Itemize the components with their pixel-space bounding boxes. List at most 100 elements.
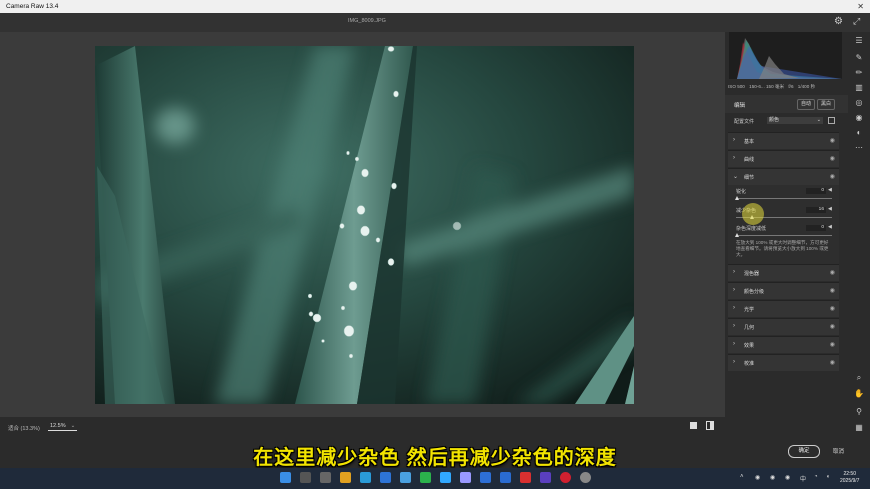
eyedropper-icon[interactable]: ⚲ [853, 406, 865, 418]
chevron-down-icon: ⌄ [70, 423, 76, 429]
start-icon[interactable] [280, 472, 291, 483]
task-view-icon[interactable] [320, 472, 331, 483]
eye-icon[interactable]: ◉ [830, 137, 835, 144]
system-clock[interactable]: 22:50 2025/9/7 [840, 471, 859, 485]
profile-select[interactable]: 颜色 ⌄ [767, 117, 823, 124]
single-view-icon[interactable] [690, 422, 697, 429]
search-icon[interactable] [300, 472, 311, 483]
store-icon[interactable] [380, 472, 391, 483]
profile-row: 配置文件 颜色 ⌄ [725, 114, 848, 128]
eye-icon[interactable]: ◉ [830, 341, 835, 348]
chevron-right-icon: › [733, 137, 735, 143]
section-color-grading[interactable]: › 颜色分级 ◉ [728, 282, 839, 299]
close-icon[interactable]: ✕ [857, 0, 864, 13]
red-eye-icon[interactable]: ◉ [853, 112, 865, 124]
reset-triangle-icon[interactable]: ◀ [828, 187, 832, 193]
wps-icon[interactable] [520, 472, 531, 483]
app-icon[interactable] [400, 472, 411, 483]
chevron-right-icon: › [733, 323, 735, 329]
zoom-icon[interactable]: ⌕ [853, 372, 865, 384]
edit-panel: ISO 500 150-6... 150 毫米 f/6 1/400 秒 编辑 自… [725, 32, 848, 438]
hand-icon[interactable]: ✋ [853, 388, 865, 400]
color-noise-label: 杂色深度减低 [736, 226, 767, 232]
ime-lang[interactable]: 中 [800, 474, 806, 483]
grid-icon[interactable] [828, 117, 835, 124]
gear-icon[interactable]: ⚙ [834, 16, 843, 27]
settings-icon[interactable] [580, 472, 591, 483]
video-subtitle: 在这里减少杂色 然后再减少杂色的深度 [253, 447, 617, 469]
presets-icon[interactable]: ◐ [853, 127, 865, 139]
eye-icon[interactable]: ◉ [830, 359, 835, 366]
volume-icon[interactable]: ◖ [826, 474, 830, 480]
auto-button[interactable]: 自动 [797, 99, 816, 110]
clock-time: 22:50 [843, 471, 856, 477]
grid-overlay-icon[interactable]: ▦ [853, 422, 865, 434]
app-icon[interactable] [480, 472, 491, 483]
section-label: 校准 [744, 361, 755, 367]
clock-date: 2025/9/7 [840, 478, 860, 484]
color-noise-slider[interactable] [736, 235, 832, 236]
record-icon[interactable] [560, 472, 571, 483]
more-icon[interactable]: ⋯ [853, 142, 865, 154]
edge-icon[interactable] [360, 472, 371, 483]
sliders-icon[interactable]: ☰ [853, 35, 865, 47]
section-label: 细节 [744, 175, 755, 181]
edit-panel-header: 编辑 自动 黑白 [725, 95, 848, 113]
section-label: 颜色分级 [744, 289, 765, 295]
eye-icon[interactable]: ◉ [830, 287, 835, 294]
tray-app-icon[interactable]: ◉ [785, 474, 790, 481]
preview-bottom-bar: 适合 (13.3%) 12.5% ⌄ [0, 417, 725, 438]
section-effects[interactable]: › 效果 ◉ [728, 336, 839, 353]
zoom-level-select[interactable]: 12.5% ⌄ [48, 422, 78, 431]
eye-icon[interactable]: ◉ [830, 173, 835, 180]
iso-value: ISO 500 [728, 84, 745, 89]
eye-icon[interactable]: ◉ [830, 305, 835, 312]
chevron-right-icon: › [733, 155, 735, 161]
tool-strip: ☰ ✎ ✏ ▥ ◎ ◉ ◐ ⋯ ⌕ ✋ ⚲ ▦ [848, 32, 870, 438]
section-basic[interactable]: › 基本 ◉ [728, 132, 839, 149]
chevron-right-icon: › [733, 305, 735, 311]
healing-brush-icon[interactable]: ✎ [853, 52, 865, 64]
slider-knob[interactable] [735, 196, 739, 200]
section-calibration[interactable]: › 校准 ◉ [728, 354, 839, 371]
compare-view-icon[interactable] [706, 421, 714, 430]
tray-app-icon[interactable]: ◉ [755, 474, 760, 481]
slider-knob[interactable] [735, 233, 739, 237]
noise-value[interactable]: 16 [806, 207, 826, 213]
color-noise-value[interactable]: 0 [806, 225, 826, 231]
sharpen-label: 锐化 [736, 189, 747, 195]
profile-label: 配置文件 [734, 119, 755, 125]
preview-image [95, 46, 634, 404]
wechat-icon[interactable] [420, 472, 431, 483]
bw-button[interactable]: 黑白 [817, 99, 836, 110]
reset-triangle-icon[interactable]: ◀ [828, 206, 832, 212]
network-icon[interactable]: ◔ [814, 474, 818, 480]
media-encoder-icon[interactable] [540, 472, 551, 483]
file-explorer-icon[interactable] [340, 472, 351, 483]
eye-icon[interactable]: ◉ [830, 269, 835, 276]
tray-chevron-icon[interactable]: ˄ [740, 474, 744, 480]
section-curve[interactable]: › 曲线 ◉ [728, 150, 839, 167]
brush-icon[interactable]: ✏ [853, 67, 865, 79]
sharpen-slider[interactable] [736, 198, 832, 199]
tray-app-icon[interactable]: ◉ [770, 474, 775, 481]
zoom-fit-label[interactable]: 适合 (13.3%) [8, 424, 40, 432]
section-label: 效果 [744, 343, 755, 349]
eye-icon[interactable]: ◉ [830, 323, 835, 330]
gradient-icon[interactable]: ▥ [853, 82, 865, 94]
section-label: 混色器 [744, 271, 760, 277]
reset-triangle-icon[interactable]: ◀ [828, 224, 832, 230]
section-optics[interactable]: › 光学 ◉ [728, 300, 839, 317]
section-detail[interactable]: ⌄ 细节 ◉ [728, 168, 839, 185]
chevron-right-icon: › [733, 287, 735, 293]
app-icon[interactable] [500, 472, 511, 483]
cursor-highlight [742, 203, 764, 225]
photoshop-icon[interactable] [440, 472, 451, 483]
eye-icon[interactable]: ◉ [830, 155, 835, 162]
radial-filter-icon[interactable]: ◎ [853, 97, 865, 109]
sharpen-value[interactable]: 0 [806, 188, 826, 194]
section-geometry[interactable]: › 几何 ◉ [728, 318, 839, 335]
section-mixer[interactable]: › 混色器 ◉ [728, 264, 839, 281]
fullscreen-icon[interactable]: ⤢ [853, 16, 860, 27]
premiere-icon[interactable] [460, 472, 471, 483]
